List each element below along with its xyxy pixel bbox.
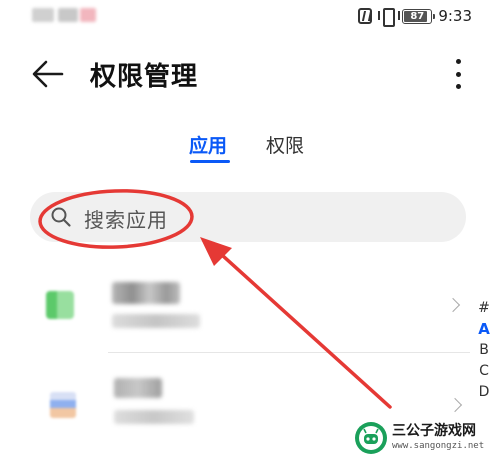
app-detail bbox=[112, 314, 200, 328]
watermark-text: 三公子游戏网 www.sangongzi.net bbox=[392, 423, 484, 452]
app-name bbox=[112, 282, 180, 304]
list-divider bbox=[108, 352, 470, 353]
battery-level: 87 bbox=[410, 10, 425, 22]
chevron-right-icon bbox=[445, 297, 461, 313]
alphabet-index-item[interactable]: D bbox=[479, 382, 490, 403]
alphabet-index-item[interactable]: C bbox=[479, 361, 489, 382]
alphabet-index[interactable]: # A B C D bbox=[474, 298, 494, 403]
app-detail bbox=[114, 410, 194, 424]
page-title: 权限管理 bbox=[90, 62, 199, 92]
app-icon bbox=[50, 392, 76, 418]
alphabet-index-item[interactable]: A bbox=[478, 319, 490, 340]
watermark-title: 三公子游戏网 bbox=[392, 423, 476, 439]
notification-icon bbox=[80, 8, 96, 22]
alphabet-index-item[interactable]: # bbox=[478, 298, 490, 319]
alphabet-index-item[interactable]: B bbox=[479, 340, 489, 361]
status-time: 9:33 bbox=[438, 7, 472, 25]
search-icon bbox=[51, 207, 71, 227]
nfc-icon bbox=[358, 8, 373, 24]
status-bar: 87 9:33 bbox=[0, 0, 500, 34]
back-button[interactable] bbox=[26, 54, 70, 94]
more-options-button[interactable] bbox=[444, 56, 472, 92]
notification-icon bbox=[58, 8, 78, 22]
list-item[interactable] bbox=[0, 262, 470, 352]
tab-permissions[interactable]: 权限 bbox=[266, 131, 304, 158]
watermark-url: www.sangongzi.net bbox=[392, 441, 485, 451]
search-placeholder: 搜索应用 bbox=[84, 208, 168, 232]
vibrate-icon bbox=[378, 8, 401, 27]
chevron-right-icon bbox=[447, 397, 463, 413]
arrow-left-icon bbox=[32, 60, 64, 88]
watermark: 三公子游戏网 www.sangongzi.net bbox=[354, 417, 500, 458]
tab-active-indicator bbox=[190, 160, 230, 163]
notification-icon bbox=[32, 8, 54, 22]
app-icon bbox=[46, 291, 74, 319]
more-vertical-icon bbox=[455, 59, 461, 64]
status-indicators: 87 9:33 bbox=[358, 7, 472, 27]
watermark-logo-icon bbox=[355, 421, 387, 454]
battery-icon: 87 bbox=[402, 8, 436, 24]
tab-apps[interactable]: 应用 bbox=[189, 131, 227, 158]
app-name bbox=[114, 378, 162, 398]
